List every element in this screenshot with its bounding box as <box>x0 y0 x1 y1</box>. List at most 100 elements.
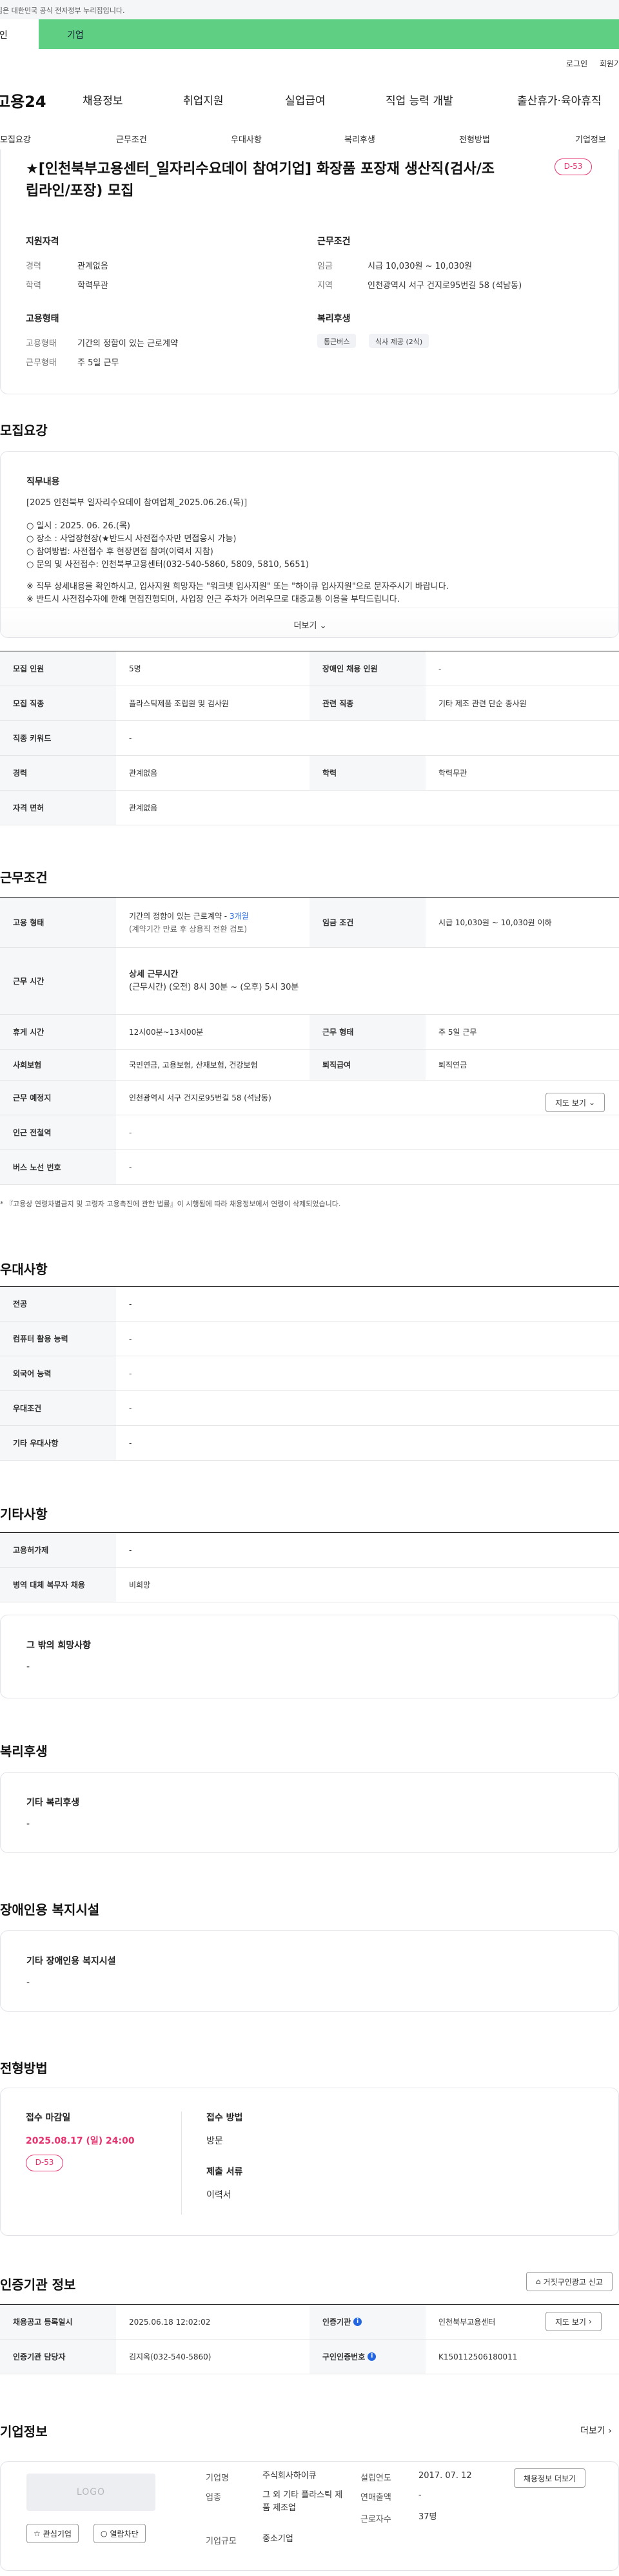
disabled-facility-value: - <box>26 1977 30 1988</box>
anchor-selection[interactable]: 전형방법 <box>459 133 490 145</box>
table-cell: 상세 근무시간 (근무시간) (오전) 8시 30분 ~ (오후) 5시 30분 <box>116 948 619 1014</box>
table-row: 근무 시간 상세 근무시간 (근무시간) (오전) 8시 30분 ~ (오후) … <box>0 948 619 1015</box>
company-more-link[interactable]: 더보기 › <box>580 2424 612 2437</box>
region-label: 지역 <box>317 281 333 291</box>
anchor-recruit[interactable]: 모집요강 <box>0 133 31 145</box>
utility-bar: 로그인 회원가입 <box>0 49 619 77</box>
table-row: 근무 예정지 인천광역시 서구 건지로95번길 58 (석남동) <box>0 1081 619 1115</box>
work-map-button[interactable]: 지도 보기 ⌄ <box>545 1093 605 1112</box>
table-header-cell: 인근 전철역 <box>0 1115 116 1149</box>
chevron-down-icon: ⌄ <box>588 1098 596 1107</box>
company-name-label: 기업명 <box>206 2474 229 2483</box>
other-wishes-heading: 그 밖의 희망사항 <box>26 1640 91 1651</box>
sales-label: 연매출액 <box>360 2493 391 2503</box>
tab-personal[interactable]: 개인 <box>0 19 39 49</box>
disabled-facility-heading: 기타 장애인용 복지시설 <box>26 1956 116 1966</box>
service-tabs: 개인 기업 <box>0 19 619 49</box>
table-row: 직종 키워드 - <box>0 721 619 756</box>
table-cell: 2025.06.18 12:02:02 <box>129 2317 211 2327</box>
gnb-menu-unemployment[interactable]: 실업급여 <box>285 91 326 108</box>
table-row: 컴퓨터 활용 능력 - <box>0 1322 619 1356</box>
employment-type-text: 기간의 정함이 있는 근로계약 - <box>129 911 230 921</box>
report-icon: ⌂ <box>536 2277 541 2286</box>
table-header-cell: 학력 <box>310 756 426 790</box>
map-button-label: 지도 보기 <box>555 2317 586 2327</box>
gnb-menu-training[interactable]: 직업 능력 개발 <box>386 91 453 108</box>
table-cell: 기타 제조 관련 단순 종사원 <box>438 699 527 708</box>
table-cell: K150112506180011 <box>438 2352 518 2361</box>
table-row: 전공 - <box>0 1287 619 1322</box>
site-logo[interactable]: 고용24 <box>0 89 46 111</box>
gnb-menu-employment-support[interactable]: 취업지원 <box>183 91 224 108</box>
table-header-cell: 전공 <box>0 1287 116 1321</box>
table-header-cell: 장애인 채용 인원 <box>310 651 426 686</box>
table-row: 버스 노선 번호 - <box>0 1150 619 1185</box>
table-cell: 관계없음 <box>129 769 158 778</box>
anchor-prefer[interactable]: 우대사항 <box>231 133 262 145</box>
table-cell: - <box>129 1369 132 1378</box>
table-cell: - <box>129 1403 132 1413</box>
gnb-menu-leave[interactable]: 출산휴가·육아휴직 <box>517 91 602 108</box>
table-cell: - <box>129 1334 132 1343</box>
table-cell: - <box>129 1438 132 1448</box>
section-title-work: 근무조건 <box>0 870 48 885</box>
table-header-cell: 경력 <box>0 756 116 790</box>
false-ad-report-button[interactable]: ⌂ 거짓구인광고 신고 <box>526 2272 613 2291</box>
table-row: 사회보험 국민연금, 고용보험, 산재보험, 건강보험 퇴직급여 퇴직연금 <box>0 1050 619 1081</box>
table-header-cell: 인증기관 담당자 <box>0 2340 116 2374</box>
career-label: 경력 <box>26 262 41 271</box>
table-header-cell: 외국어 능력 <box>0 1356 116 1390</box>
docs-value: 이력서 <box>206 2190 231 2200</box>
wage-value: 시급 10,030원 ~ 10,030원 <box>368 262 473 271</box>
section-title-prefer: 우대사항 <box>0 1262 48 1277</box>
table-header-cell: 버스 노선 번호 <box>0 1150 116 1184</box>
section-anchor-nav: 모집요강 근무조건 우대사항 복리후생 전형방법 기업정보 <box>0 126 619 152</box>
anchor-work[interactable]: 근무조건 <box>116 133 147 145</box>
info-icon[interactable]: i <box>368 2352 377 2361</box>
region-value: 인천광역시 서구 건지로95번길 58 (석남동) <box>368 281 522 291</box>
job-description-line: ○ 장소 : 사업장현장(★반드시 사전접수자만 면접응시 가능) <box>26 534 237 544</box>
signup-link[interactable]: 회원가입 <box>600 58 619 69</box>
job-description-line: ※ 직무 상세내용을 확인하시고, 입사지원 희망자는 "워크넷 입사지원" 또… <box>26 582 449 591</box>
welfare-chip-bus: 통근버스 <box>317 334 357 348</box>
section-title-selection: 전형방법 <box>0 2061 48 2076</box>
dday-badge: D-53 <box>555 159 592 175</box>
table-row: 고용허가제 - <box>0 1533 619 1568</box>
founded-value: 2017. 07. 12 <box>418 2471 472 2481</box>
login-link[interactable]: 로그인 <box>566 58 587 69</box>
table-row: 병역 대체 복무자 채용 비희망 <box>0 1568 619 1602</box>
age-notice: * 『고용상 연령차별금지 및 고령자 고용촉진에 관한 법률』이 시행됨에 따… <box>0 1200 341 1208</box>
tab-corporate[interactable]: 기업 <box>39 19 619 49</box>
employees-value: 37명 <box>418 2512 437 2522</box>
anchor-welfare[interactable]: 복리후생 <box>344 133 375 145</box>
table-cell: 12시00분~13시00분 <box>129 1028 204 1037</box>
gnb-menu-jobs[interactable]: 채용정보 <box>83 91 123 108</box>
table-header-cell: 기타 우대사항 <box>0 1426 116 1460</box>
table-cell: - <box>129 1299 132 1309</box>
recruit-table: 모집 인원 5명 장애인 채용 인원 - 모집 직종 플라스틱제품 조립원 및 … <box>0 651 619 825</box>
agency-map-button[interactable]: 지도 보기 › <box>545 2312 602 2331</box>
job-description-card: 직무내용 [2025 인천북부 일자리수요데이 참여업체_2025.06.26.… <box>0 451 619 638</box>
deadline-value: 2025.08.17 (일) 24:00 <box>26 2136 135 2146</box>
interest-company-button[interactable]: ☆ 관심기업 <box>26 2524 79 2543</box>
company-jobs-button[interactable]: 채용정보 더보기 <box>514 2468 586 2488</box>
contract-months: 3개월 <box>229 911 249 921</box>
industry-label: 업종 <box>206 2493 221 2503</box>
wage-label: 임금 <box>317 262 333 271</box>
conditions-heading: 근무조건 <box>317 236 351 247</box>
company-logo-placeholder: LOGO <box>26 2474 155 2511</box>
anchor-company[interactable]: 기업정보 <box>575 133 606 145</box>
map-button-label: 지도 보기 <box>555 1098 586 1108</box>
table-header-cell: 사회보험 <box>0 1050 116 1080</box>
description-more-button[interactable]: 더보기 ⌄ <box>1 608 618 637</box>
section-title-welfare: 복리후생 <box>0 1744 48 1759</box>
table-row: 채용공고 등록일시 2025.06.18 12:02:02 인증기관 i 인천북… <box>0 2305 619 2340</box>
method-label: 접수 방법 <box>206 2113 243 2123</box>
table-cell: - <box>438 664 442 673</box>
scale-value: 중소기업 <box>262 2534 293 2544</box>
block-view-button[interactable]: ○ 열람차단 <box>93 2524 146 2543</box>
table-header-cell: 휴게 시간 <box>0 1015 116 1049</box>
job-description-line: [2025 인천북부 일자리수요데이 참여업체_2025.06.26.(목)] <box>26 498 248 508</box>
info-icon[interactable]: i <box>353 2318 362 2326</box>
table-header-cell: 고용 형태 <box>0 898 116 947</box>
